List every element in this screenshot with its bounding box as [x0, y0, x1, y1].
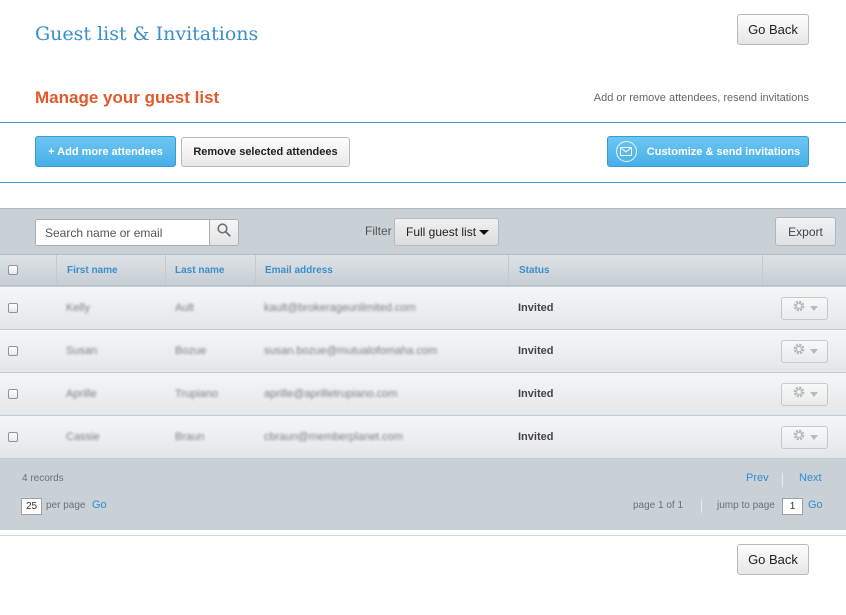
last-name-cell: Trupiano [175, 388, 219, 400]
prev-page-link[interactable]: Prev [746, 472, 769, 484]
row-actions-button[interactable] [781, 383, 828, 406]
export-button[interactable]: Export [775, 217, 836, 246]
email-cell: aprille@aprilletrupiano.com [264, 388, 398, 400]
gear-icon [792, 342, 806, 361]
email-cell: susan.bozue@mutualofomaha.com [264, 345, 438, 357]
chevron-down-icon [809, 349, 818, 354]
guest-list-panel: Filter Full guest list Export First name… [0, 208, 846, 530]
page-info: page 1 of 1 [633, 500, 684, 511]
jump-go-link[interactable]: Go [808, 499, 823, 511]
status-cell: Invited [518, 302, 554, 314]
table-row: Cassie Braun cbraun@memberplanet.com Inv… [0, 416, 846, 459]
last-name-cell: Ault [175, 302, 194, 314]
envelope-icon [615, 141, 637, 162]
column-last-name[interactable]: Last name [175, 255, 224, 285]
select-all-checkbox[interactable] [8, 265, 18, 275]
column-divider [508, 255, 509, 285]
status-cell: Invited [518, 388, 554, 400]
remove-attendees-button[interactable]: Remove selected attendees [181, 137, 350, 167]
row-checkbox[interactable] [8, 346, 18, 356]
search-input[interactable] [36, 220, 210, 245]
next-page-link[interactable]: Next [799, 472, 822, 484]
send-invitations-label: Customize & send invitations [646, 145, 801, 158]
chevron-down-icon [479, 230, 489, 235]
go-back-button-top[interactable]: Go Back [737, 14, 809, 45]
column-status[interactable]: Status [519, 255, 550, 285]
row-actions-button[interactable] [781, 426, 828, 449]
gear-icon [792, 428, 806, 447]
first-name-cell: Aprille [66, 388, 97, 400]
search-button[interactable] [209, 220, 238, 245]
status-cell: Invited [518, 345, 554, 357]
row-actions-button[interactable] [781, 297, 828, 320]
gear-icon [792, 385, 806, 404]
table-row: Kelly Ault kault@brokerageunlimited.com … [0, 287, 846, 330]
per-page-label: per page [46, 500, 86, 511]
send-invitations-button[interactable]: Customize & send invitations [607, 136, 809, 167]
row-checkbox[interactable] [8, 389, 18, 399]
email-cell: kault@brokerageunlimited.com [264, 302, 416, 314]
search-box [35, 219, 239, 246]
pagination-divider [701, 499, 702, 513]
column-email[interactable]: Email address [265, 255, 333, 285]
email-cell: cbraun@memberplanet.com [264, 431, 403, 443]
column-divider [762, 255, 763, 285]
chevron-down-icon [809, 435, 818, 440]
per-page-input[interactable]: 25 [21, 498, 42, 515]
jump-to-page-label: jump to page [717, 500, 775, 511]
search-icon [217, 223, 231, 242]
jump-to-page-input[interactable]: 1 [782, 498, 803, 515]
divider-bottom [0, 182, 846, 183]
section-heading: Manage your guest list [35, 88, 220, 107]
gear-icon [792, 299, 806, 318]
add-attendees-button[interactable]: + Add more attendees [35, 136, 176, 167]
page-title: Guest list & Invitations [35, 23, 259, 45]
section-subtitle: Add or remove attendees, resend invitati… [593, 92, 809, 104]
chevron-down-icon [809, 306, 818, 311]
footer-divider [0, 535, 846, 536]
column-divider [165, 255, 166, 285]
status-cell: Invited [518, 431, 554, 443]
last-name-cell: Braun [175, 431, 205, 443]
divider-top [0, 122, 846, 123]
pagination-divider [782, 473, 783, 487]
column-divider [255, 255, 256, 285]
first-name-cell: Kelly [66, 302, 90, 314]
row-actions-button[interactable] [781, 340, 828, 363]
per-page-go-link[interactable]: Go [92, 499, 107, 511]
table-row: Susan Bozue susan.bozue@mutualofomaha.co… [0, 330, 846, 373]
filter-select[interactable]: Full guest list [394, 218, 499, 246]
table-header: First name Last name Email address Statu… [0, 254, 846, 286]
record-count: 4 records [22, 473, 64, 484]
table-row: Aprille Trupiano aprille@aprilletrupiano… [0, 373, 846, 416]
first-name-cell: Susan [66, 345, 98, 357]
filter-label: Filter [365, 224, 392, 238]
filter-value: Full guest list [406, 225, 477, 239]
row-checkbox[interactable] [8, 432, 18, 442]
chevron-down-icon [809, 392, 818, 397]
row-checkbox[interactable] [8, 303, 18, 313]
first-name-cell: Cassie [66, 431, 100, 443]
last-name-cell: Bozue [175, 345, 207, 357]
go-back-button-bottom[interactable]: Go Back [737, 544, 809, 575]
column-first-name[interactable]: First name [67, 255, 118, 285]
column-divider [56, 255, 57, 285]
